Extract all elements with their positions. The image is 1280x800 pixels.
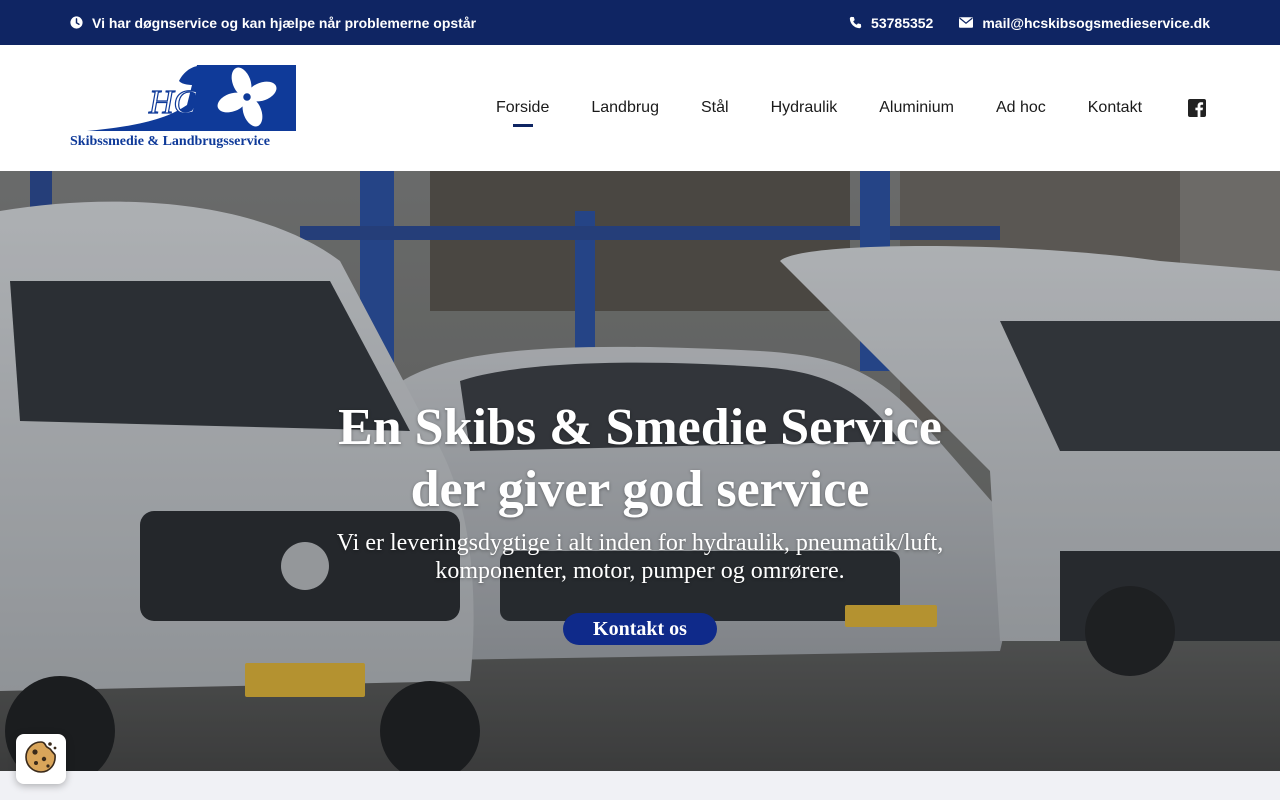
phone-number: 53785352	[871, 14, 934, 31]
email-link[interactable]: mail@hcskibsogsmedieservice.dk	[959, 15, 1210, 31]
logo-initials: HC	[148, 84, 197, 121]
cookie-settings-button[interactable]	[16, 734, 66, 784]
service-text: Vi har døgnservice og kan hjælpe når pro…	[92, 14, 477, 31]
top-info-bar: Vi har døgnservice og kan hjælpe når pro…	[0, 0, 1280, 45]
hero-subtitle-line-2: komponenter, motor, pumper og omrørere.	[435, 558, 845, 584]
site-header: HC Skibssmedie & Landbrugsservice Forsid…	[0, 45, 1280, 171]
logo-company-name: Skibssmedie & Landbrugsservice	[70, 134, 270, 149]
clock-icon	[70, 16, 83, 29]
hero-content: En Skibs & Smedie Service der giver god …	[240, 397, 1040, 645]
facebook-icon[interactable]	[1188, 99, 1206, 117]
service-notice: Vi har døgnservice og kan hjælpe når pro…	[70, 0, 476, 45]
main-navigation: Forside Landbrug Stål Hydraulik Aluminiu…	[496, 45, 1184, 171]
hero-title-line-1: En Skibs & Smedie Service	[338, 399, 942, 456]
nav-item-forside[interactable]: Forside	[496, 99, 549, 117]
hero-subtitle: Vi er leveringsdygtige i alt inden for h…	[240, 529, 1040, 585]
company-logo[interactable]: HC Skibssmedie & Landbrugsservice	[69, 63, 297, 151]
email-address: mail@hcskibsogsmedieservice.dk	[982, 14, 1210, 31]
phone-icon	[849, 16, 862, 29]
hero-title: En Skibs & Smedie Service der giver god …	[240, 397, 1040, 521]
phone-link[interactable]: 53785352	[849, 15, 933, 31]
envelope-icon	[959, 17, 974, 28]
nav-item-stal[interactable]: Stål	[701, 99, 729, 117]
hero-section: En Skibs & Smedie Service der giver god …	[0, 171, 1280, 771]
hero-subtitle-line-1: Vi er leveringsdygtige i alt inden for h…	[336, 530, 944, 556]
hero-title-line-2: der giver god service	[410, 461, 870, 518]
nav-item-hydraulik[interactable]: Hydraulik	[771, 99, 838, 117]
nav-item-ad-hoc[interactable]: Ad hoc	[996, 99, 1046, 117]
nav-item-kontakt[interactable]: Kontakt	[1088, 99, 1142, 117]
nav-item-landbrug[interactable]: Landbrug	[591, 99, 659, 117]
next-section	[0, 771, 1280, 800]
nav-item-aluminium[interactable]: Aluminium	[879, 99, 954, 117]
contact-us-button[interactable]: Kontakt os	[563, 613, 717, 645]
cookie-icon	[24, 740, 58, 779]
